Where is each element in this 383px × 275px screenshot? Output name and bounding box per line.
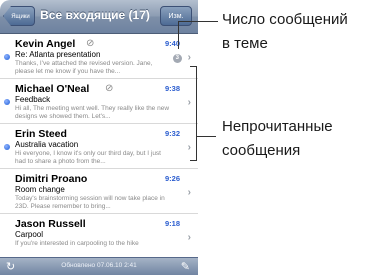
chevron-right-icon: ›	[187, 187, 191, 198]
unread-dot-icon	[4, 54, 10, 60]
navigation-bar: Ящики Все входящие (17) Изм.	[0, 0, 198, 34]
message-preview: Hi everyone, I know it's only our third …	[15, 150, 161, 165]
callout-text: сообщения	[222, 142, 301, 159]
message-preview: If you're interested in carpooling to th…	[15, 240, 139, 247]
message-row[interactable]: Dimitri Proano 9:26 Room change Today's …	[0, 169, 198, 214]
message-list: Kevin Angel ⊘ 9:40 Re: Atlanta presentat…	[0, 34, 198, 259]
message-preview: Hi all, The meeting went well. They real…	[15, 105, 170, 120]
message-subject: Feedback	[15, 95, 51, 104]
callout-pointer	[196, 136, 216, 137]
message-subject: Carpool	[15, 230, 44, 239]
mailboxes-back-button[interactable]: Ящики	[3, 6, 35, 26]
message-row[interactable]: Kevin Angel ⊘ 9:40 Re: Atlanta presentat…	[0, 34, 198, 79]
compose-icon[interactable]: ✎	[181, 260, 190, 273]
edit-button[interactable]: Изм.	[160, 6, 192, 26]
message-row[interactable]: Jason Russell 9:18 Carpool If you're int…	[0, 214, 198, 259]
sender-name: Dimitri Proano	[15, 173, 88, 185]
message-time: 9:26	[164, 174, 180, 183]
message-row[interactable]: Michael O'Neal ⊘ 9:38 Feedback Hi all, T…	[0, 79, 198, 124]
message-time: 9:18	[164, 219, 180, 228]
message-row[interactable]: Erin Steed 9:32 Australia vacation Hi ev…	[0, 124, 198, 169]
message-time: 9:32	[164, 129, 180, 138]
message-preview: Thanks, I've attached the revised versio…	[15, 60, 153, 75]
thread-count-badge: 3	[172, 54, 182, 63]
message-preview: Today's brainstorming session will now t…	[15, 195, 165, 210]
sender-name: Kevin Angel	[15, 38, 76, 50]
chevron-right-icon: ›	[187, 232, 191, 243]
unread-bracket	[190, 160, 197, 161]
unread-dot-icon	[4, 144, 10, 150]
callout-text: в теме	[222, 35, 268, 52]
chevron-right-icon: ›	[187, 142, 191, 153]
message-time: 9:38	[164, 84, 180, 93]
message-subject: Re: Atlanta presentation	[15, 50, 101, 59]
message-subject: Australia vacation	[15, 140, 79, 149]
bottom-toolbar: ↻ Обновлено 07.06.10 2:41 ✎	[0, 257, 198, 275]
unread-bracket	[196, 66, 197, 161]
page-title: Все входящие (17)	[40, 8, 150, 22]
chevron-right-icon: ›	[187, 52, 191, 63]
callout-pointer	[178, 21, 218, 22]
paperclip-icon: ⊘	[86, 38, 95, 49]
unread-callout: Непрочитанные сообщения	[222, 115, 333, 163]
callout-text: Непрочитанные	[222, 118, 333, 135]
sender-name: Erin Steed	[15, 128, 67, 140]
chevron-right-icon: ›	[187, 97, 191, 108]
unread-dot-icon	[4, 99, 10, 105]
last-updated-status: Обновлено 07.06.10 2:41	[61, 262, 137, 269]
thread-count-callout: Число сообщений в теме	[222, 8, 348, 56]
refresh-icon[interactable]: ↻	[6, 260, 15, 273]
sender-name: Michael O'Neal	[15, 83, 90, 95]
callout-pointer	[178, 21, 179, 49]
unread-bracket	[190, 66, 197, 67]
message-subject: Room change	[15, 185, 65, 194]
iphone-mail-screen: Ящики Все входящие (17) Изм. Kevin Angel…	[0, 0, 198, 275]
callout-text: Число сообщений	[222, 11, 348, 28]
sender-name: Jason Russell	[15, 218, 86, 230]
paperclip-icon: ⊘	[105, 83, 114, 94]
